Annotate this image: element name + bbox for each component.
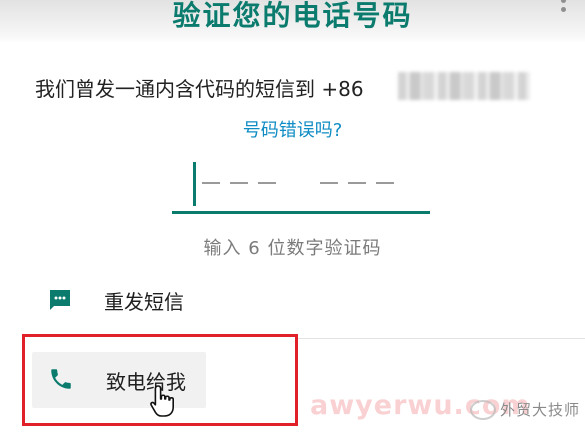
code-digit-slot — [376, 182, 394, 184]
code-digit-slot — [348, 182, 366, 184]
sent-message: 我们曾发一通内含代码的短信到 +86 — [35, 77, 364, 101]
brand-logo-icon — [470, 400, 496, 420]
sms-message-icon — [50, 290, 70, 310]
code-digit-slot — [320, 182, 338, 184]
resend-sms-label: 重发短信 — [104, 290, 184, 314]
masked-phone-number — [398, 72, 530, 100]
watermark-text: awyerwu.com — [310, 390, 531, 421]
code-digit-slot — [230, 182, 248, 184]
hand-pointer-icon — [150, 385, 174, 417]
code-digit-slot — [258, 182, 276, 184]
text-cursor — [193, 162, 196, 206]
verification-code-input[interactable] — [172, 158, 430, 216]
brand-name: 外贸大技师 — [500, 401, 581, 419]
resend-sms-button[interactable]: 重发短信 — [30, 276, 280, 320]
code-input-underline — [172, 211, 430, 214]
app-header: 验证您的电话号码 — [0, 0, 585, 44]
wrong-number-link[interactable]: 号码错误吗? — [0, 116, 585, 142]
more-options-icon[interactable] — [556, 0, 570, 20]
code-hint: 输入 6 位数字验证码 — [203, 238, 382, 259]
page-title: 验证您的电话号码 — [172, 0, 413, 32]
code-digit-slot — [202, 182, 220, 184]
verify-phone-screen: 验证您的电话号码 我们曾发一通内含代码的短信到 +86 号码错误吗? 输入 6 … — [0, 0, 585, 438]
divider — [296, 338, 585, 339]
